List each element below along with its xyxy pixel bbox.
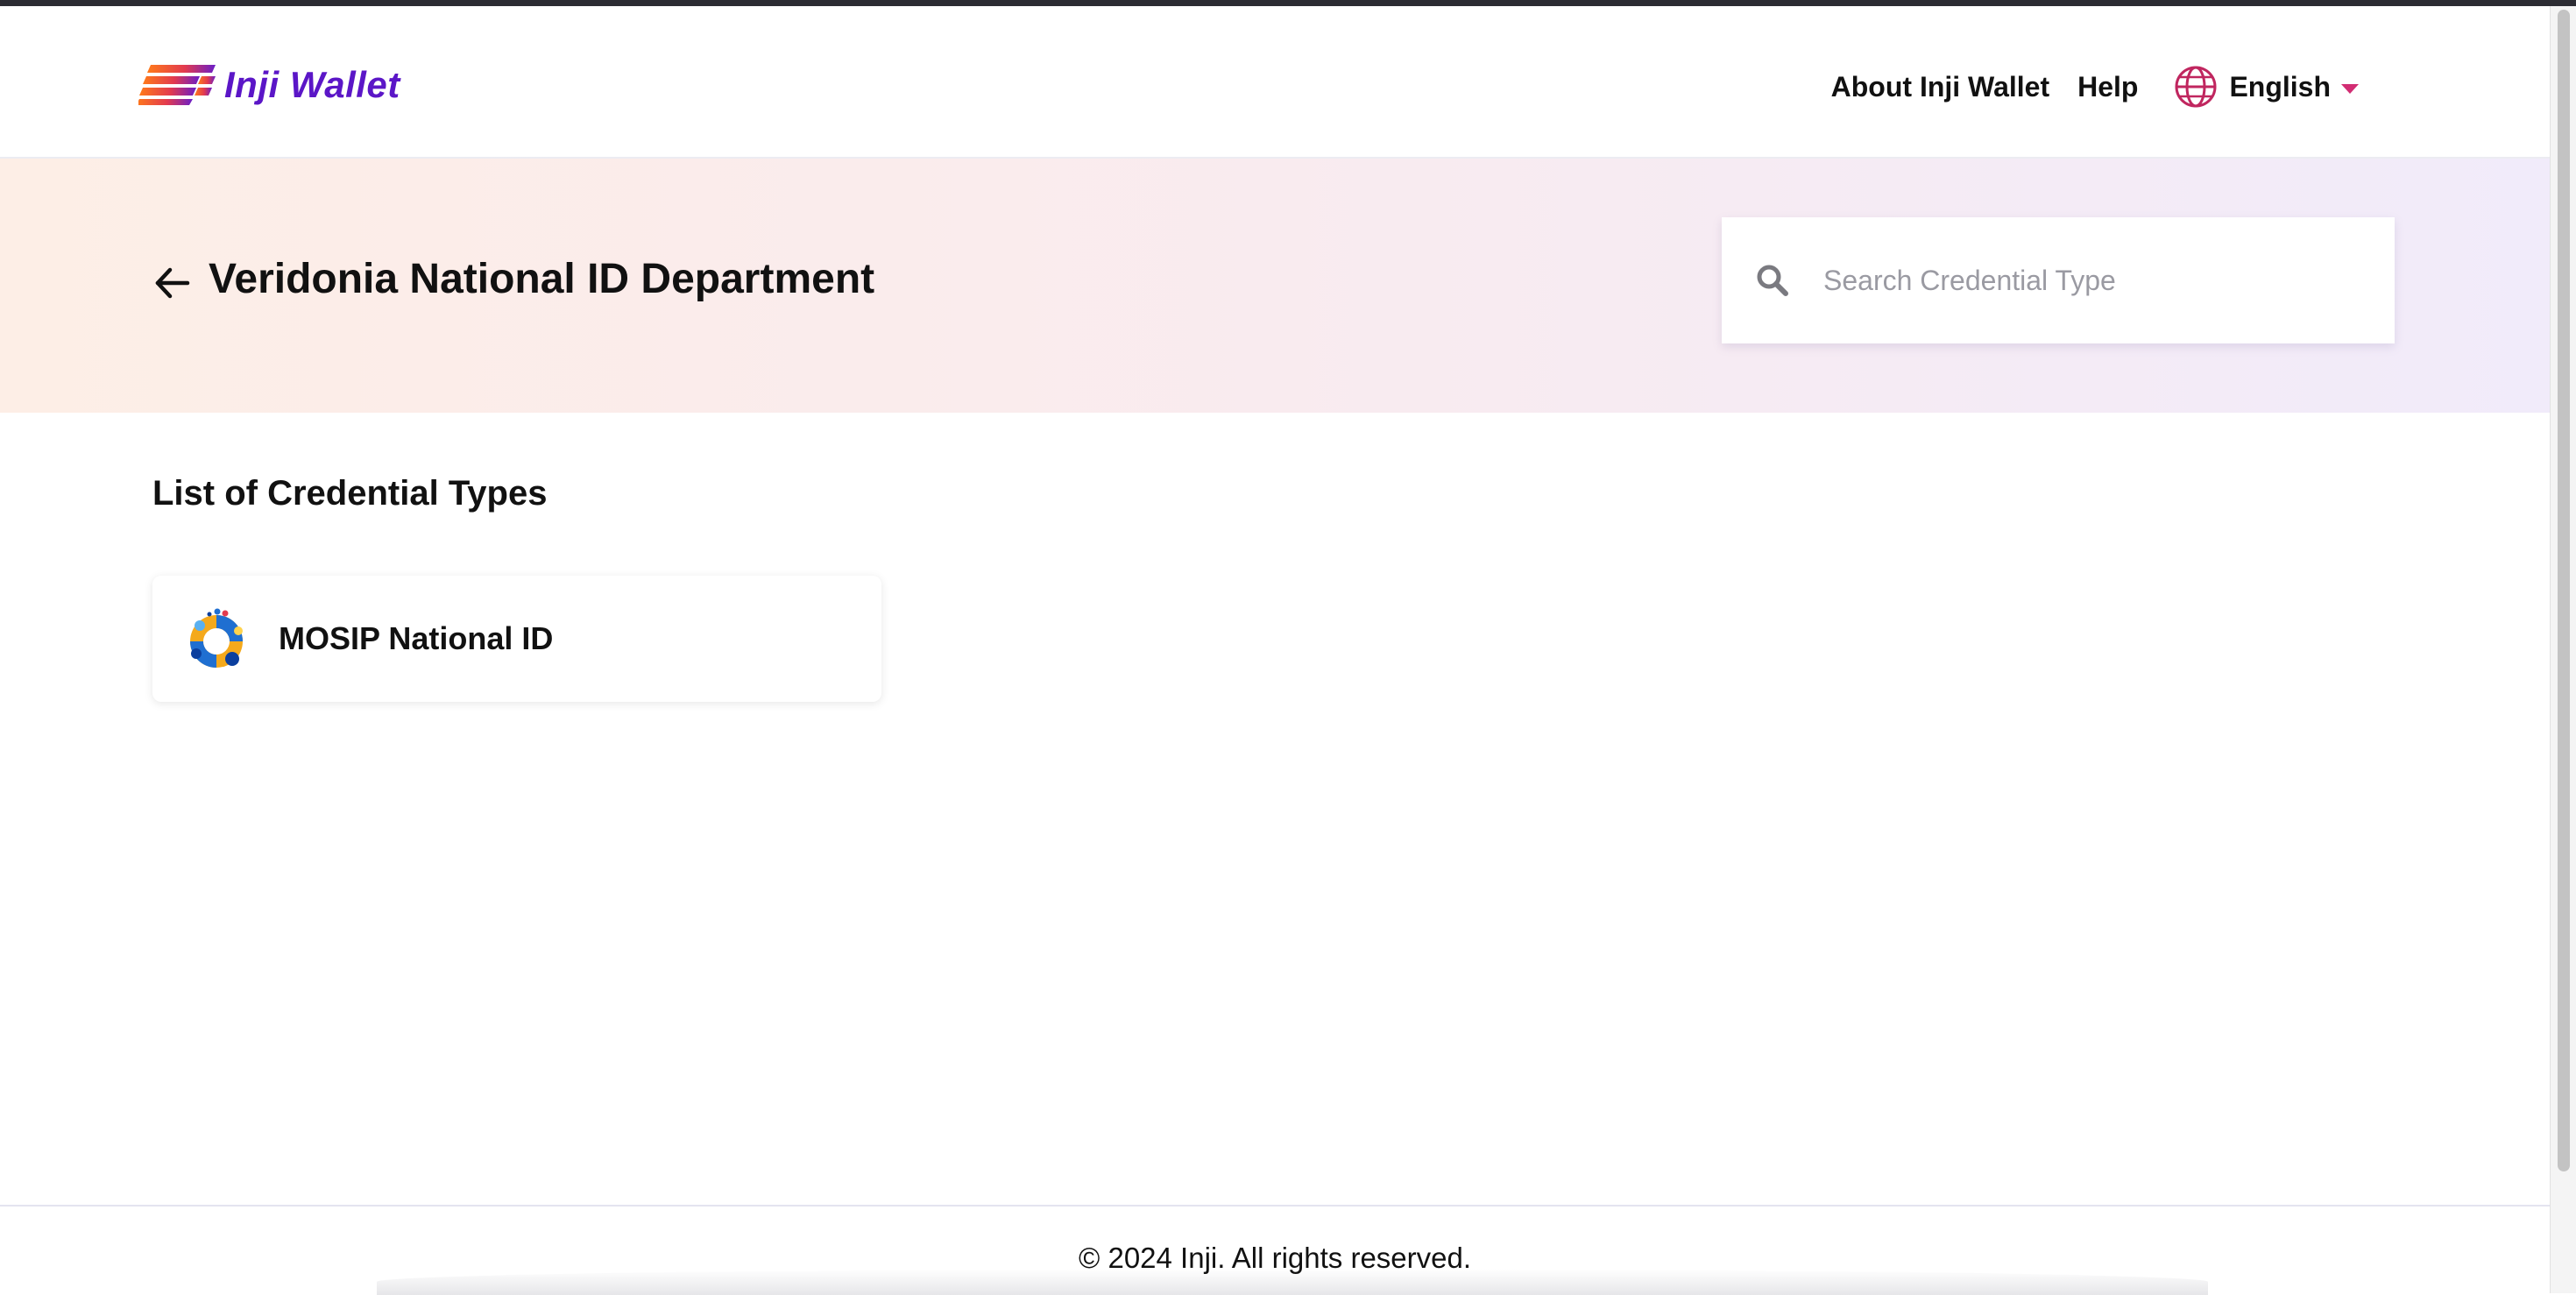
inji-logo-mark-icon	[138, 65, 216, 105]
browser-top-edge	[0, 0, 2576, 6]
page-title: Veridonia National ID Department	[209, 256, 875, 302]
app-header: Inji Wallet About Inji Wallet Help Engli…	[0, 6, 2550, 159]
search-icon	[1757, 265, 1788, 296]
vertical-scrollbar[interactable]	[2550, 6, 2576, 1293]
help-link[interactable]: Help	[2077, 71, 2138, 103]
language-selector[interactable]: English	[2173, 64, 2359, 110]
search-input[interactable]	[1822, 263, 2351, 298]
issuer-banner: Veridonia National ID Department	[0, 159, 2550, 413]
page: Inji Wallet About Inji Wallet Help Engli…	[0, 6, 2550, 1295]
scrollbar-thumb[interactable]	[2558, 10, 2570, 1171]
about-link[interactable]: About Inji Wallet	[1831, 71, 2049, 103]
copyright-text: © 2024 Inji. All rights reserved.	[1078, 1242, 1472, 1274]
top-nav: About Inji Wallet Help English	[1831, 60, 2359, 113]
language-label: English	[2229, 70, 2331, 103]
caret-down-icon	[2341, 83, 2359, 94]
inji-wallet-logo[interactable]: Inji Wallet	[138, 59, 400, 111]
globe-icon	[2175, 66, 2217, 108]
credential-label: MOSIP National ID	[279, 620, 554, 656]
credential-search[interactable]	[1722, 217, 2395, 343]
credential-card-mosip-national-id[interactable]: MOSIP National ID	[152, 576, 881, 702]
arrow-left-icon[interactable]	[151, 262, 193, 304]
footer: © 2024 Inji. All rights reserved.	[0, 1205, 2550, 1295]
mosip-logo-icon	[190, 608, 243, 668]
section-title: List of Credential Types	[152, 474, 548, 513]
brand-name: Inji Wallet	[224, 64, 400, 105]
